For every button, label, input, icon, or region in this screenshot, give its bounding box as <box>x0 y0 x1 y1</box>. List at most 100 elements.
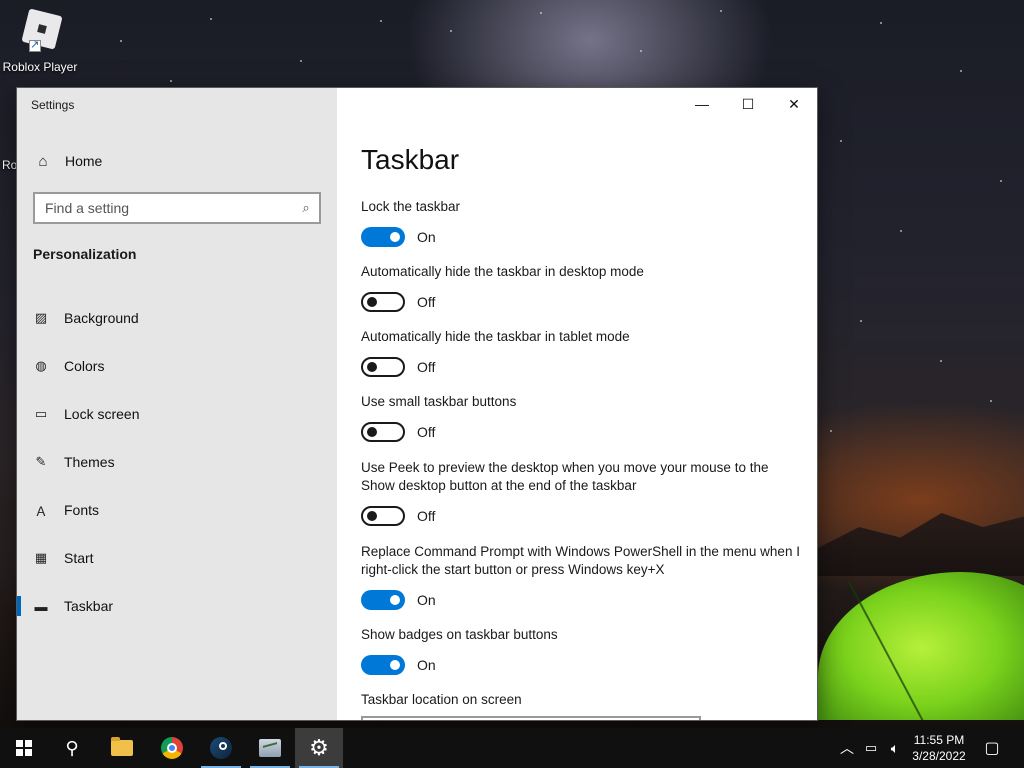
show-hidden-icons-button[interactable]: ︿ <box>838 728 856 768</box>
toggle-state: Off <box>417 424 436 440</box>
search-icon[interactable]: ⌕ <box>293 200 319 216</box>
sidebar-item-start[interactable]: ▦ Start <box>17 534 337 582</box>
setting-label: Show badges on taskbar buttons <box>361 627 558 642</box>
sidebar-item-label: Home <box>65 153 103 169</box>
taskbar-file-explorer[interactable] <box>98 728 146 768</box>
setting-small-buttons: Use small taskbar buttons Off <box>361 393 801 442</box>
setting-label: Use small taskbar buttons <box>361 394 517 409</box>
search-box: ⌕ <box>33 192 321 224</box>
taskbar-settings[interactable]: ⚙ <box>295 728 343 768</box>
maximize-button[interactable]: ☐ <box>725 88 771 120</box>
sidebar-item-home[interactable]: ⌂ Home <box>17 144 337 178</box>
desktop-hill <box>818 513 1024 576</box>
sidebar-nav: ▨ Background ◍ Colors ▭ Lock screen ✎ Th… <box>17 294 337 630</box>
close-button[interactable]: ✕ <box>771 88 817 120</box>
autohide-tablet-toggle[interactable] <box>361 357 405 377</box>
sidebar-item-fonts[interactable]: Ａ Fonts <box>17 486 337 534</box>
toggle-state: On <box>417 229 436 245</box>
taskbar-icon: ▬ <box>34 598 48 614</box>
taskbar-chrome[interactable] <box>148 728 196 768</box>
font-icon: Ａ <box>34 503 48 519</box>
toggle-state: Off <box>417 508 436 524</box>
sidebar: Settings ⌂ Home ⌕ Personalization ▨ Back… <box>17 88 337 720</box>
minimize-button[interactable]: — <box>679 88 725 120</box>
setting-label: Replace Command Prompt with Windows Powe… <box>361 544 800 577</box>
action-center-button[interactable]: ▢ <box>978 728 1006 768</box>
taskbar-steam[interactable] <box>197 728 245 768</box>
sidebar-item-background[interactable]: ▨ Background <box>17 294 337 342</box>
sidebar-item-label: Background <box>64 310 139 326</box>
roblox-icon <box>17 8 63 54</box>
lock-screen-icon: ▭ <box>34 406 48 421</box>
network-icon: ▭ <box>864 740 878 755</box>
window-title: Settings <box>31 98 75 112</box>
sidebar-item-label: Lock screen <box>64 406 140 422</box>
taskbar-resource-monitor[interactable] <box>246 728 294 768</box>
lock-taskbar-toggle[interactable] <box>361 227 405 247</box>
setting-label: Automatically hide the taskbar in tablet… <box>361 329 630 344</box>
autohide-desktop-toggle[interactable] <box>361 292 405 312</box>
image-icon: ▨ <box>34 310 48 325</box>
sidebar-item-colors[interactable]: ◍ Colors <box>17 342 337 390</box>
chevron-up-icon: ︿ <box>840 740 854 756</box>
sidebar-item-label: Themes <box>64 454 115 470</box>
volume-button[interactable]: 🔈︎ <box>884 728 906 768</box>
setting-peek: Use Peek to preview the desktop when you… <box>361 459 801 526</box>
sidebar-item-label: Start <box>64 550 94 566</box>
monitor-app-icon <box>259 739 281 757</box>
settings-window: Settings ⌂ Home ⌕ Personalization ▨ Back… <box>17 88 817 720</box>
sidebar-item-themes[interactable]: ✎ Themes <box>17 438 337 486</box>
setting-label: Lock the taskbar <box>361 199 461 214</box>
setting-autohide-desktop: Automatically hide the taskbar in deskto… <box>361 263 801 312</box>
search-input[interactable] <box>35 200 293 216</box>
sidebar-item-lock-screen[interactable]: ▭ Lock screen <box>17 390 337 438</box>
setting-label: Automatically hide the taskbar in deskto… <box>361 264 644 279</box>
sidebar-item-label: Colors <box>64 358 105 374</box>
page-title: Taskbar <box>361 144 460 175</box>
start-button[interactable] <box>0 728 48 768</box>
taskbar-clock[interactable]: 11:55 PM 3/28/2022 <box>906 732 972 764</box>
toggle-state: On <box>417 657 436 673</box>
setting-taskbar-location: Taskbar location on screen <box>361 691 801 709</box>
brush-icon: ✎ <box>35 454 47 469</box>
home-icon: ⌂ <box>38 152 48 170</box>
folder-icon <box>111 737 133 756</box>
taskbar-search-button[interactable]: ⚲ <box>48 728 96 768</box>
section-heading: Personalization <box>33 246 137 262</box>
toggle-state: On <box>417 592 436 608</box>
desktop-icon-roblox-player[interactable]: Roblox Player <box>2 6 78 74</box>
volume-icon: 🔈︎ <box>890 739 900 756</box>
setting-lock-taskbar: Lock the taskbar On <box>361 198 801 247</box>
palette-icon: ◍ <box>35 358 47 373</box>
desktop-icon-label: Roblox Player <box>2 60 78 74</box>
setting-label: Taskbar location on screen <box>361 692 522 707</box>
sidebar-item-label: Taskbar <box>64 598 114 614</box>
main-content: — ☐ ✕ Taskbar Lock the taskbar On Automa… <box>337 88 817 720</box>
setting-label: Use Peek to preview the desktop when you… <box>361 460 769 493</box>
taskbar: ⚲ ⚙ ︿ ▭ 🔈︎ 11:55 PM 3/28/2022 ▢ <box>0 728 1024 768</box>
taskbar-location-dropdown[interactable] <box>361 716 701 720</box>
clock-date: 3/28/2022 <box>912 749 966 763</box>
shortcut-arrow-icon <box>29 38 41 52</box>
toggle-state: Off <box>417 359 436 375</box>
chrome-icon <box>161 737 183 759</box>
network-button[interactable]: ▭ <box>860 728 882 768</box>
toggle-state: Off <box>417 294 436 310</box>
desktop-tent <box>818 572 1024 720</box>
desktop-partial-label: Ro <box>2 158 18 172</box>
badges-toggle[interactable] <box>361 655 405 675</box>
caption-buttons: — ☐ ✕ <box>679 88 817 120</box>
search-icon: ⚲ <box>65 737 79 758</box>
steam-icon <box>210 737 232 759</box>
setting-powershell: Replace Command Prompt with Windows Powe… <box>361 543 801 610</box>
sidebar-item-taskbar[interactable]: ▬ Taskbar <box>17 582 337 630</box>
powershell-toggle[interactable] <box>361 590 405 610</box>
sidebar-item-label: Fonts <box>64 502 100 518</box>
gear-icon: ⚙ <box>309 735 329 760</box>
setting-autohide-tablet: Automatically hide the taskbar in tablet… <box>361 328 801 377</box>
clock-time: 11:55 PM <box>913 733 965 747</box>
small-buttons-toggle[interactable] <box>361 422 405 442</box>
notification-icon: ▢ <box>984 740 1000 757</box>
peek-toggle[interactable] <box>361 506 405 526</box>
start-layout-icon: ▦ <box>34 550 48 565</box>
